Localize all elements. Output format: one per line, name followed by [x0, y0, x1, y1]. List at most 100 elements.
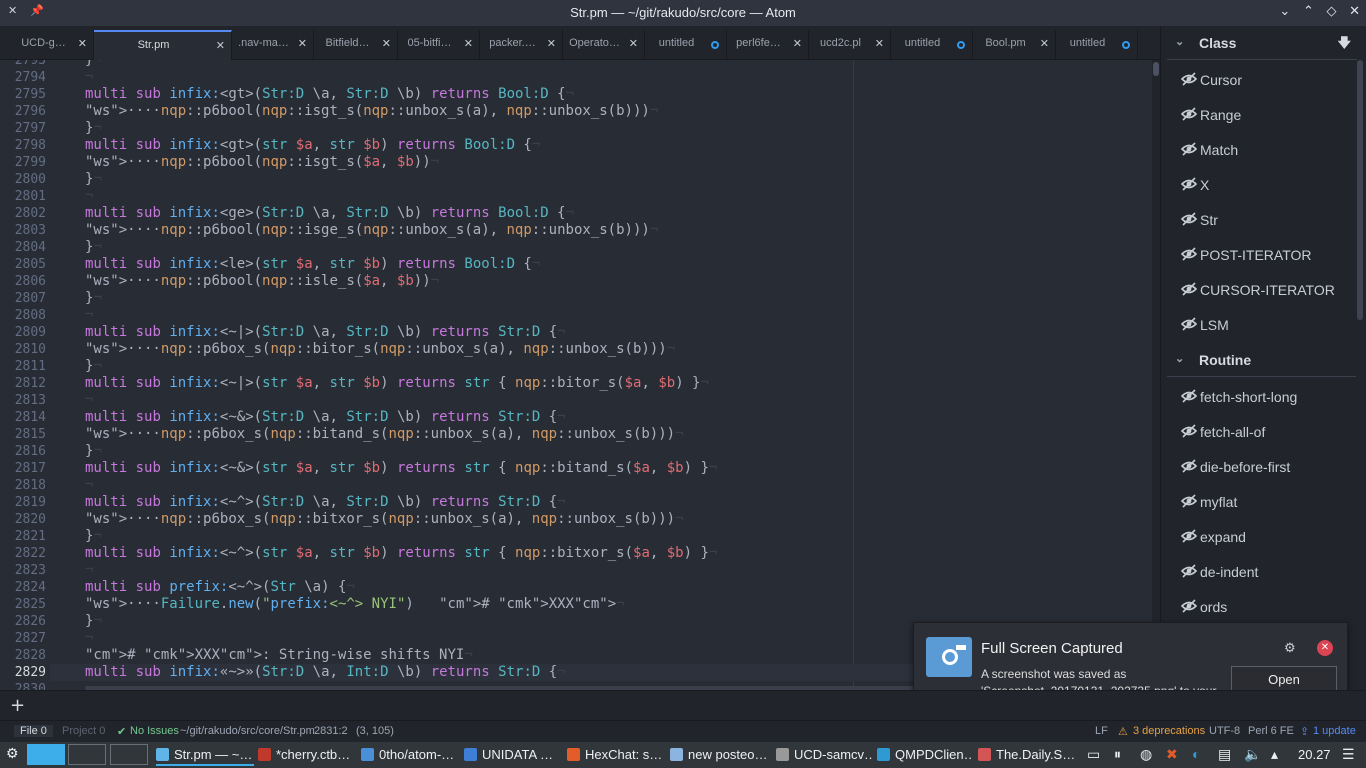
tab-11[interactable]: Bool.pm ✕: [974, 30, 1056, 60]
open-button[interactable]: Open: [1231, 666, 1337, 693]
modified-dot-icon[interactable]: [711, 41, 719, 49]
clock[interactable]: 20.27: [1298, 747, 1331, 762]
line-number[interactable]: 2810: [0, 341, 46, 358]
line-number[interactable]: 2796: [0, 103, 46, 120]
symbol-item[interactable]: CURSOR-ITERATOR: [1180, 280, 1351, 302]
symbol-item[interactable]: fetch-all-of: [1180, 422, 1351, 444]
code-line[interactable]: multi sub infix:<le>(str $a, str $b) ret…: [85, 256, 540, 273]
tab-8[interactable]: perl6fe… ✕: [727, 30, 809, 60]
symbol-item[interactable]: Str: [1180, 210, 1351, 232]
close-tab-icon[interactable]: ✕: [216, 39, 225, 52]
app-launcher-icon[interactable]: ⚙: [6, 745, 19, 762]
line-number[interactable]: 2800: [0, 171, 46, 188]
line-number[interactable]: 2830: [0, 681, 46, 690]
code-line[interactable]: "ws">····nqp::p6box_s(nqp::bitxor_s(nqp:…: [85, 511, 684, 528]
taskbar-task[interactable]: Str.pm — ~…: [156, 744, 254, 766]
tab-4[interactable]: 05-bitfi… ✕: [398, 30, 480, 60]
volume-icon[interactable]: 🔈: [1244, 746, 1261, 763]
close-tab-icon[interactable]: ✕: [464, 37, 473, 50]
encoding[interactable]: UTF-8: [1209, 725, 1240, 737]
line-number[interactable]: 2817: [0, 460, 46, 477]
line-number[interactable]: 2804: [0, 239, 46, 256]
symbol-group-class[interactable]: ⌄ Class 🡇: [1167, 26, 1357, 60]
code-line[interactable]: ¬: [85, 69, 93, 86]
symbol-item[interactable]: fetch-short-long: [1180, 387, 1351, 409]
line-number-gutter[interactable]: 2793 2794 2795 2796 2797 2798 2799 2800 2801 2802…: [0, 60, 50, 690]
qmpd-tray-icon[interactable]: ◐: [1192, 746, 1200, 762]
line-number[interactable]: 2793: [0, 60, 46, 69]
line-number[interactable]: 2799: [0, 154, 46, 171]
scrollbar-thumb[interactable]: [1153, 62, 1159, 76]
hexchat-tray-icon[interactable]: ✖: [1166, 746, 1178, 763]
close-tab-icon[interactable]: ✕: [298, 37, 307, 50]
tab-2[interactable]: .nav-ma… ✕: [232, 30, 314, 60]
symbol-group-routine[interactable]: ⌄ Routine: [1167, 343, 1357, 377]
taskbar-task[interactable]: *cherry.ctb…: [258, 744, 356, 766]
add-icon[interactable]: +: [10, 695, 25, 716]
no-issues-label[interactable]: No Issues: [130, 725, 179, 737]
line-number[interactable]: 2828: [0, 647, 46, 664]
line-number[interactable]: 2812: [0, 375, 46, 392]
close-tab-icon[interactable]: ✕: [78, 37, 87, 50]
code-line[interactable]: multi sub infix:<ge>(Str:D \a, Str:D \b)…: [85, 205, 574, 222]
line-number[interactable]: 2809: [0, 324, 46, 341]
settings-icon[interactable]: ⚙: [1284, 640, 1296, 656]
line-number[interactable]: 2808: [0, 307, 46, 324]
code-line[interactable]: ¬: [85, 477, 93, 494]
taskbar-task[interactable]: The.Daily.S…: [978, 744, 1078, 766]
code-line[interactable]: multi sub prefix:<~^>(Str \a) {¬: [85, 579, 355, 596]
tab-6[interactable]: Operato… ✕: [563, 30, 645, 60]
editor[interactable]: 2793 2794 2795 2796 2797 2798 2799 2800 2801 2802…: [0, 60, 1160, 690]
line-number[interactable]: 2811: [0, 358, 46, 375]
cursor-position[interactable]: 2831:2: [314, 725, 348, 737]
desktop-pager-2[interactable]: [68, 744, 106, 765]
chevron-down-icon[interactable]: ⌄: [1175, 35, 1184, 48]
file-tab[interactable]: File 0: [14, 725, 53, 737]
symbol-item[interactable]: LSM: [1180, 315, 1351, 337]
code-line[interactable]: multi sub infix:<gt>(Str:D \a, Str:D \b)…: [85, 86, 574, 103]
project-tab[interactable]: Project 0: [62, 725, 105, 737]
line-number[interactable]: 2822: [0, 545, 46, 562]
code-line[interactable]: multi sub infix:<~|>(Str:D \a, Str:D \b)…: [85, 324, 566, 341]
symbol-item[interactable]: myflat: [1180, 492, 1351, 514]
code-line[interactable]: "ws">····nqp::p6box_s(nqp::bitor_s(nqp::…: [85, 341, 675, 358]
tab-1[interactable]: Str.pm ✕: [94, 30, 232, 60]
menu-icon[interactable]: ☰: [1342, 746, 1355, 763]
taskbar-task[interactable]: HexChat: s…: [567, 744, 665, 766]
desktop-pager-1[interactable]: [27, 744, 65, 765]
line-number[interactable]: 2818: [0, 477, 46, 494]
code-line[interactable]: }¬: [85, 443, 102, 460]
line-number[interactable]: 2825: [0, 596, 46, 613]
modified-dot-icon[interactable]: [957, 41, 965, 49]
taskbar-task[interactable]: new posteo…: [670, 744, 770, 766]
tab-12[interactable]: untitled: [1056, 30, 1138, 60]
close-tab-icon[interactable]: ✕: [547, 37, 556, 50]
tray-expand-icon[interactable]: ▴: [1271, 746, 1278, 763]
symbol-item[interactable]: X: [1180, 175, 1351, 197]
battery-icon[interactable]: ▭: [1087, 746, 1100, 763]
code-line[interactable]: multi sub infix:<~|>(str $a, str $b) ret…: [85, 375, 709, 392]
modified-dot-icon[interactable]: [1122, 41, 1130, 49]
code-line[interactable]: }¬: [85, 528, 102, 545]
line-ending[interactable]: LF: [1095, 725, 1108, 737]
tab-9[interactable]: ucd2c.pl ✕: [809, 30, 891, 60]
chevron-down-icon[interactable]: ⌄: [1175, 352, 1184, 365]
line-number[interactable]: 2829: [0, 664, 46, 681]
close-tab-icon[interactable]: ✕: [875, 37, 884, 50]
code-line[interactable]: }¬: [85, 613, 102, 630]
code-line[interactable]: multi sub infix:<~&>(str $a, str $b) ret…: [85, 460, 717, 477]
symbols-scrollbar[interactable]: [1356, 60, 1364, 690]
code-line[interactable]: }¬: [85, 171, 102, 188]
code-line[interactable]: "ws">····nqp::p6bool(nqp::isgt_s(nqp::un…: [85, 103, 658, 120]
line-number[interactable]: 2798: [0, 137, 46, 154]
line-number[interactable]: 2819: [0, 494, 46, 511]
code-line[interactable]: ¬: [85, 188, 93, 205]
line-number[interactable]: 2821: [0, 528, 46, 545]
tab-0[interactable]: UCD-g… ✕: [12, 30, 94, 60]
symbol-item[interactable]: POST-ITERATOR: [1180, 245, 1351, 267]
line-number[interactable]: 2824: [0, 579, 46, 596]
taskbar-task[interactable]: UCD-samcv…: [776, 744, 872, 766]
symbol-item[interactable]: de-indent: [1180, 562, 1351, 584]
code-line[interactable]: ¬: [85, 562, 93, 579]
tab-5[interactable]: packer.… ✕: [481, 30, 563, 60]
